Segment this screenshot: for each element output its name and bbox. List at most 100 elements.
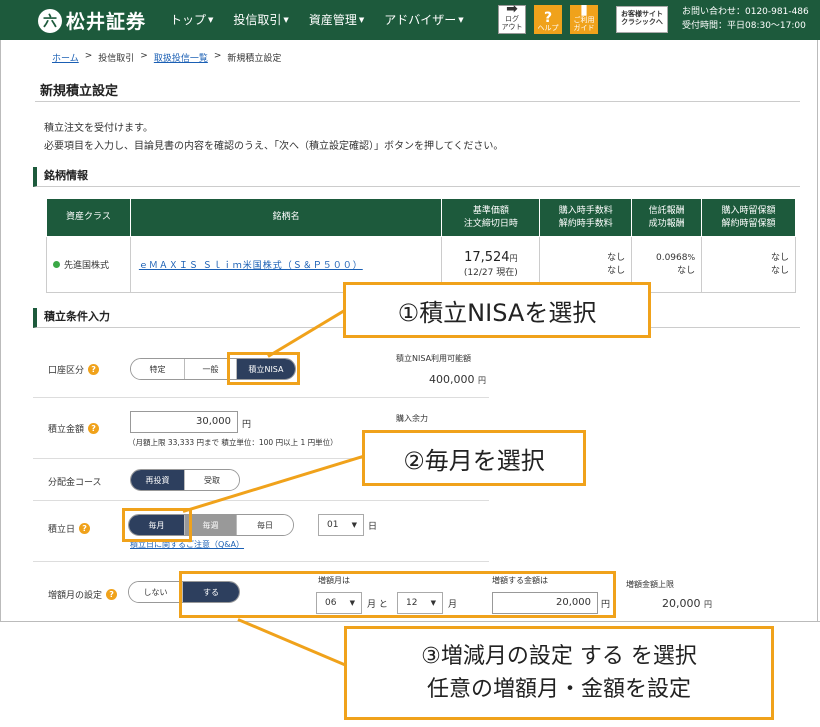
dividend-option-reinvest[interactable]: 再投資	[131, 470, 185, 490]
th-price-l2: 注文締切日時	[463, 218, 518, 229]
nav-top[interactable]: トップ ▼	[170, 11, 213, 28]
day-select-value: 01	[327, 520, 339, 530]
breadcrumb-sep: >	[84, 51, 93, 61]
fund-section-title: 銘柄情報	[33, 167, 800, 187]
help-button[interactable]: ? ヘルプ	[534, 5, 562, 34]
callout-2-text: ②毎月を選択	[403, 446, 545, 475]
guide-button[interactable]: ▮ ご利用 ガイド	[570, 3, 598, 34]
frame-left	[0, 40, 1, 622]
success-fee: なし	[677, 265, 696, 276]
callout-1-text: ①積立NISAを選択	[397, 298, 597, 327]
increase-limit-amount: 20,000	[662, 597, 701, 610]
trust-unit: %	[687, 252, 696, 262]
purchase-power-label: 購入余力	[396, 414, 428, 423]
help-label: ヘルプ	[537, 23, 559, 32]
callout-1: ①積立NISAを選択	[343, 282, 651, 338]
fee-buy: なし	[607, 252, 626, 263]
dividend-label: 分配金コース	[48, 478, 102, 488]
th-reserve: 購入時留保額 解約時留保額	[701, 198, 796, 237]
contact-hours: 受付時間：平日08:30～17:00	[682, 20, 806, 31]
help-icon[interactable]: ?	[88, 364, 100, 375]
logo[interactable]: 六 松井証券	[38, 7, 146, 34]
breadcrumb: ホーム > 投信取引 > 取扱投信一覧 > 新規積立設定	[52, 51, 281, 64]
th-price: 基準価額注文締切日時	[441, 198, 541, 237]
day-label-text: 積立日	[48, 525, 76, 535]
intro-text-1: 積立注文を受付けます。	[44, 123, 153, 134]
th-fees-l2: 解約時手数料	[558, 218, 613, 229]
intro-text-2: 必要項目を入力し、目論見書の内容を確認のうえ、「次へ（積立設定確認）」ボタンを押…	[44, 141, 504, 152]
row-divider	[33, 397, 489, 398]
breadcrumb-home[interactable]: ホーム	[52, 51, 79, 64]
price-date: (12/27 現在)	[463, 268, 518, 279]
account-label: 口座区分?	[48, 363, 100, 376]
row-divider	[33, 561, 489, 562]
classic-label-2: クラシックへ	[621, 18, 663, 27]
row-divider	[33, 500, 489, 501]
asset-class-value: 先進国株式	[64, 261, 110, 271]
nav-fund-trade-label: 投信取引	[233, 13, 282, 27]
increase-label: 増額月の設定?	[48, 588, 118, 601]
page-title: 新規積立設定	[40, 84, 119, 99]
callout-3-text-2: 任意の増額月・金額を設定	[426, 677, 691, 702]
help-icon[interactable]: ?	[106, 589, 118, 600]
global-header: 六 松井証券 トップ ▼ 投信取引 ▼ 資産管理 ▼ アドバイザー ▼ ➡ ログ アウト…	[0, 0, 820, 40]
classic-site-button[interactable]: お客様サイト クラシックへ	[616, 6, 668, 33]
amount-label-text: 積立金額	[48, 425, 85, 435]
fund-table: 資産クラス 銘柄名 基準価額注文締切日時 購入時手数料 解約時手数料 信託報酬 成功…	[46, 198, 796, 293]
account-option-specific[interactable]: 特定	[131, 359, 185, 379]
amount-unit: 円	[242, 420, 252, 430]
day-select[interactable]: 01 ▼	[318, 514, 364, 536]
th-fund-name: 銘柄名	[129, 198, 443, 237]
fund-table-header: 資産クラス 銘柄名 基準価額注文締切日時 購入時手数料 解約時手数料 信託報酬 成功…	[46, 198, 796, 237]
frame-bottom	[0, 621, 820, 622]
question-icon: ?	[543, 9, 553, 26]
nisa-available-label: 積立NISA利用可能額	[396, 354, 472, 363]
nav-fund-trade[interactable]: 投信取引 ▼	[233, 11, 288, 28]
th-asset-class-label: 資産クラス	[66, 212, 111, 223]
increase-label-text: 増額月の設定	[48, 591, 103, 601]
contact-phone: お問い合わせ：0120-981-486	[682, 7, 809, 17]
logout-button[interactable]: ➡ ログ アウト	[498, 2, 526, 34]
caret-down-icon: ▼	[283, 15, 289, 24]
account-label-text: 口座区分	[48, 366, 85, 376]
day-label: 積立日?	[48, 522, 91, 535]
amount-input[interactable]: 30,000	[130, 411, 238, 433]
fund-name-link[interactable]: ｅＭＡＸＩＳ Ｓｌｉｍ米国株式（Ｓ＆Ｐ５００）	[131, 261, 363, 271]
contact-info: お問い合わせ：0120-981-486 受付時間：平日08:30～17:00	[682, 6, 809, 34]
help-icon[interactable]: ?	[79, 523, 91, 534]
title-divider	[35, 101, 800, 102]
dividend-option-receive[interactable]: 受取	[185, 470, 239, 490]
th-trust: 信託報酬 成功報酬	[631, 198, 703, 237]
amount-label: 積立金額?	[48, 422, 100, 435]
price-value: 17,524	[464, 250, 510, 266]
header-buttons: ➡ ログ アウト ? ヘルプ ▮ ご利用 ガイド	[498, 2, 598, 34]
breadcrumb-current: 新規積立設定	[227, 54, 282, 64]
nav-top-label: トップ	[170, 13, 207, 27]
th-reserve-l2: 解約時留保額	[721, 218, 776, 229]
highlight-monthly	[122, 508, 192, 542]
main-nav: トップ ▼ 投信取引 ▼ 資産管理 ▼ アドバイザー ▼	[170, 11, 464, 28]
increase-option-no[interactable]: しない	[129, 582, 183, 602]
day-option-daily[interactable]: 毎日	[237, 515, 293, 535]
logout-label-2: アウト	[501, 22, 523, 31]
nisa-available-value: 400,000 円	[429, 373, 486, 386]
th-trust-l2: 成功報酬	[648, 218, 685, 229]
th-fees-l1: 購入時手数料	[558, 205, 613, 216]
callout-3-text-1: ③増減月の設定 する を選択	[421, 644, 697, 669]
breadcrumb-fund-list[interactable]: 取扱投信一覧	[154, 51, 208, 64]
logo-text: 松井証券	[66, 11, 147, 33]
asset-class-cell: 先進国株式	[46, 236, 131, 293]
highlight-nisa	[227, 352, 300, 385]
th-asset-class: 資産クラス	[46, 198, 131, 237]
th-price-l1: 基準価額	[472, 205, 509, 216]
nav-asset-label: 資産管理	[308, 13, 357, 27]
caret-down-icon: ▼	[358, 15, 365, 24]
caret-down-icon: ▼	[208, 15, 214, 24]
nav-advisor[interactable]: アドバイザー ▼	[384, 11, 463, 28]
trust-fee: 0.0968	[655, 252, 688, 263]
help-icon[interactable]: ?	[88, 423, 100, 434]
fee-sell: なし	[607, 265, 626, 276]
nav-asset[interactable]: 資産管理 ▼	[309, 11, 364, 28]
day-option-weekly[interactable]: 毎週	[185, 515, 237, 535]
guide-label-2: ガイド	[573, 23, 595, 32]
